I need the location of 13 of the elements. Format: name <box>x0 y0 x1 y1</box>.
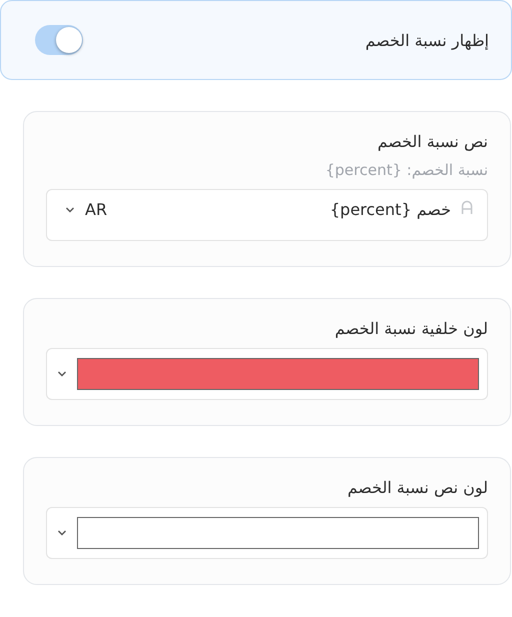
chevron-down-icon <box>57 530 67 536</box>
color-field[interactable] <box>46 348 488 400</box>
section-title: لون خلفية نسبة الخصم <box>334 319 488 338</box>
language-dropdown[interactable]: AR <box>65 200 108 219</box>
color-field[interactable] <box>46 507 488 559</box>
toggle-label: إظهار نسبة الخصم <box>365 30 489 50</box>
chevron-down-icon <box>65 206 75 212</box>
section-title: نص نسبة الخصم <box>376 132 488 151</box>
toggle-switch[interactable] <box>35 25 83 55</box>
hint-text: نسبة الخصم: {percent} <box>324 161 488 179</box>
chevron-down-icon <box>57 371 67 377</box>
section-title: لون نص نسبة الخصم <box>346 478 488 497</box>
font-icon <box>461 200 473 214</box>
